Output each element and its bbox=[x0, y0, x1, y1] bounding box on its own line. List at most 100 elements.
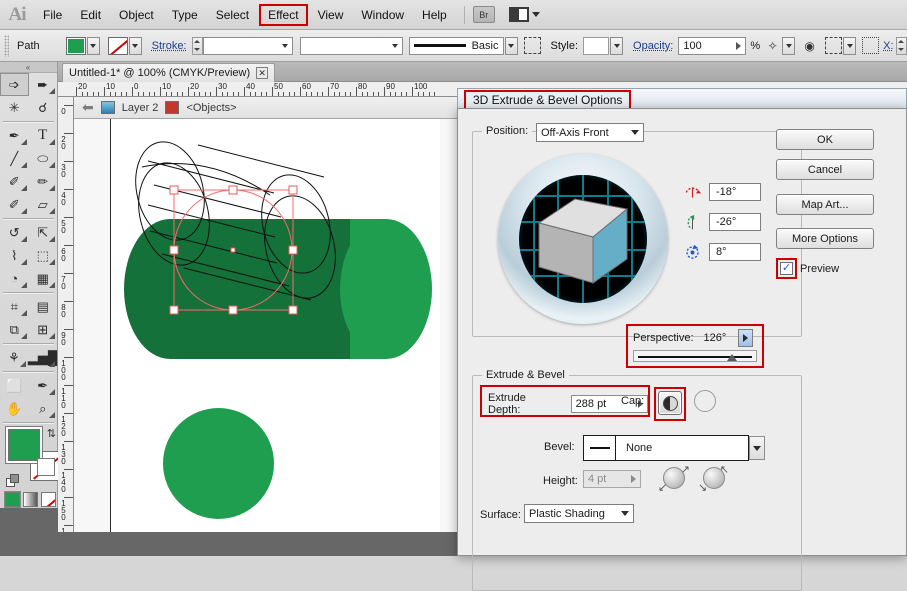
opacity-label[interactable]: Opacity: bbox=[633, 40, 673, 52]
artboard-tool[interactable]: ⬜ bbox=[0, 374, 29, 397]
slice-tool[interactable]: ✒ bbox=[29, 374, 58, 397]
cap-solid-button[interactable] bbox=[658, 391, 682, 415]
ellipse-tool[interactable]: ⬭ bbox=[29, 147, 58, 170]
selection-overlay[interactable] bbox=[118, 151, 418, 401]
direct-selection-tool[interactable]: ➨ bbox=[29, 73, 58, 96]
blob-brush-tool[interactable]: ✐ bbox=[0, 193, 29, 216]
select-similar-dropdown[interactable] bbox=[782, 36, 796, 55]
transform-icon[interactable] bbox=[862, 37, 880, 54]
stroke-weight-label[interactable]: Stroke: bbox=[152, 40, 187, 52]
breadcrumb-layer[interactable]: Layer 2 bbox=[122, 102, 159, 114]
hand-tool[interactable]: ✋ bbox=[0, 397, 29, 420]
pencil-tool[interactable]: ✏ bbox=[29, 170, 58, 193]
shape-options-icon[interactable] bbox=[523, 37, 541, 54]
select-similar-icon[interactable]: ✧ bbox=[764, 37, 781, 54]
rotation-trackball[interactable] bbox=[498, 154, 668, 324]
stroke-weight-field[interactable] bbox=[202, 36, 293, 55]
brush-definition-field[interactable]: Basic bbox=[408, 36, 504, 55]
selection-tool[interactable]: ➩ bbox=[0, 73, 29, 96]
paintbrush-tool[interactable]: ✐ bbox=[0, 170, 29, 193]
y-rotation-field[interactable]: -26° bbox=[709, 213, 761, 231]
cap-hollow-button[interactable] bbox=[694, 390, 718, 414]
preview-checkbox[interactable]: ✓ bbox=[780, 262, 793, 275]
isolate-group-icon[interactable]: ◉ bbox=[801, 37, 818, 54]
graphic-style-dropdown[interactable] bbox=[610, 36, 624, 55]
stroke-weight-stepper[interactable] bbox=[191, 36, 203, 55]
line-segment-tool[interactable]: ╱ bbox=[0, 147, 29, 170]
lasso-tool[interactable]: ☌ bbox=[29, 96, 58, 119]
gradient-fill-button[interactable] bbox=[23, 492, 38, 507]
mesh-tool[interactable]: ⌗ bbox=[0, 295, 29, 318]
width-tool[interactable]: ⌇ bbox=[0, 244, 29, 267]
opacity-field[interactable]: 100 bbox=[678, 36, 747, 55]
menu-effect[interactable]: Effect bbox=[259, 3, 308, 26]
gradient-tool[interactable]: ▤ bbox=[29, 295, 58, 318]
menu-view[interactable]: View bbox=[309, 4, 353, 26]
fill-dropdown[interactable] bbox=[86, 36, 100, 55]
blend-tool[interactable]: ⊞ bbox=[29, 318, 58, 341]
slider-thumb[interactable] bbox=[726, 354, 737, 361]
document-tab[interactable]: Untitled-1* @ 100% (CMYK/Preview) ✕ bbox=[62, 63, 276, 82]
close-icon[interactable]: ✕ bbox=[256, 67, 269, 79]
x-rotation-field[interactable]: -18° bbox=[709, 183, 761, 201]
eyedropper-tool[interactable]: ⧉ bbox=[0, 318, 29, 341]
brush-dropdown[interactable] bbox=[504, 36, 518, 55]
transform-x-stepper[interactable] bbox=[895, 36, 907, 55]
height-field[interactable]: 4 pt bbox=[583, 470, 641, 488]
color-fill-button[interactable] bbox=[4, 491, 21, 508]
ok-button[interactable]: OK bbox=[776, 129, 874, 150]
swap-fill-stroke-icon[interactable]: ⇅ bbox=[47, 427, 56, 440]
rotate-tool[interactable]: ↺ bbox=[0, 221, 29, 244]
menu-file[interactable]: File bbox=[34, 4, 71, 26]
artwork-3d-cylinder[interactable] bbox=[118, 141, 432, 401]
panel-grip[interactable] bbox=[4, 34, 9, 57]
position-select[interactable]: Off-Axis Front bbox=[536, 123, 644, 142]
menu-edit[interactable]: Edit bbox=[71, 4, 110, 26]
perspective-slider[interactable] bbox=[633, 350, 757, 362]
stroke-swatch[interactable] bbox=[107, 36, 128, 55]
cancel-button[interactable]: Cancel bbox=[776, 159, 874, 180]
go-to-bridge-button[interactable]: Br bbox=[472, 6, 495, 23]
artwork-circle[interactable] bbox=[163, 408, 274, 519]
scale-tool[interactable]: ⇱ bbox=[29, 221, 58, 244]
align-dropdown[interactable] bbox=[843, 36, 857, 55]
zoom-tool[interactable]: ⌕ bbox=[29, 397, 58, 420]
menu-help[interactable]: Help bbox=[413, 4, 456, 26]
type-tool[interactable]: T bbox=[29, 124, 58, 147]
align-objects-icon[interactable] bbox=[825, 37, 843, 54]
column-graph-tool[interactable]: ▂▅█ bbox=[28, 346, 57, 369]
perspective-value[interactable]: 126° bbox=[704, 332, 727, 344]
z-rotation-field[interactable]: 8° bbox=[709, 243, 761, 261]
bevel-dropdown[interactable] bbox=[749, 436, 765, 460]
shape-builder-tool[interactable]: ◔ bbox=[0, 267, 29, 290]
perspective-stepper[interactable] bbox=[738, 329, 754, 347]
graphic-style-swatch[interactable] bbox=[583, 36, 610, 55]
menu-select[interactable]: Select bbox=[207, 4, 258, 26]
pen-tool[interactable]: ✒ bbox=[0, 124, 29, 147]
magic-wand-tool[interactable]: ✳ bbox=[0, 96, 29, 119]
eraser-tool[interactable]: ▱ bbox=[29, 193, 58, 216]
default-fill-stroke-icon[interactable] bbox=[6, 474, 20, 488]
free-transform-tool[interactable]: ⬚ bbox=[29, 244, 58, 267]
none-fill-button[interactable] bbox=[41, 492, 56, 507]
surface-select[interactable]: Plastic Shading bbox=[524, 504, 634, 523]
bevel-select[interactable]: None bbox=[583, 435, 749, 461]
menu-object[interactable]: Object bbox=[110, 4, 163, 26]
arrange-documents-button[interactable] bbox=[508, 7, 540, 22]
perspective-grid-tool[interactable]: ▦ bbox=[29, 267, 58, 290]
fill-color-swatch[interactable] bbox=[8, 429, 40, 461]
map-art-button[interactable]: Map Art... bbox=[776, 194, 874, 215]
bevel-extent-out-icon[interactable]: ↗ ↙ bbox=[658, 464, 690, 494]
fill-swatch[interactable] bbox=[65, 36, 86, 55]
breadcrumb-selection[interactable]: <Objects> bbox=[186, 102, 236, 114]
bevel-extent-in-icon[interactable]: ↖ ↘ bbox=[698, 464, 729, 494]
menu-type[interactable]: Type bbox=[163, 4, 207, 26]
variable-width-profile-field[interactable] bbox=[299, 36, 403, 55]
vertical-ruler[interactable]: 02030405060708090100110120130140150160 bbox=[58, 97, 74, 532]
more-options-button[interactable]: More Options bbox=[776, 228, 874, 249]
menu-window[interactable]: Window bbox=[352, 4, 413, 26]
symbol-sprayer-tool[interactable]: ⚘ bbox=[0, 346, 28, 369]
back-arrow-icon[interactable]: ⬅ bbox=[82, 99, 94, 116]
stroke-dropdown[interactable] bbox=[128, 36, 142, 55]
tools-panel-grip[interactable]: « bbox=[0, 62, 57, 73]
